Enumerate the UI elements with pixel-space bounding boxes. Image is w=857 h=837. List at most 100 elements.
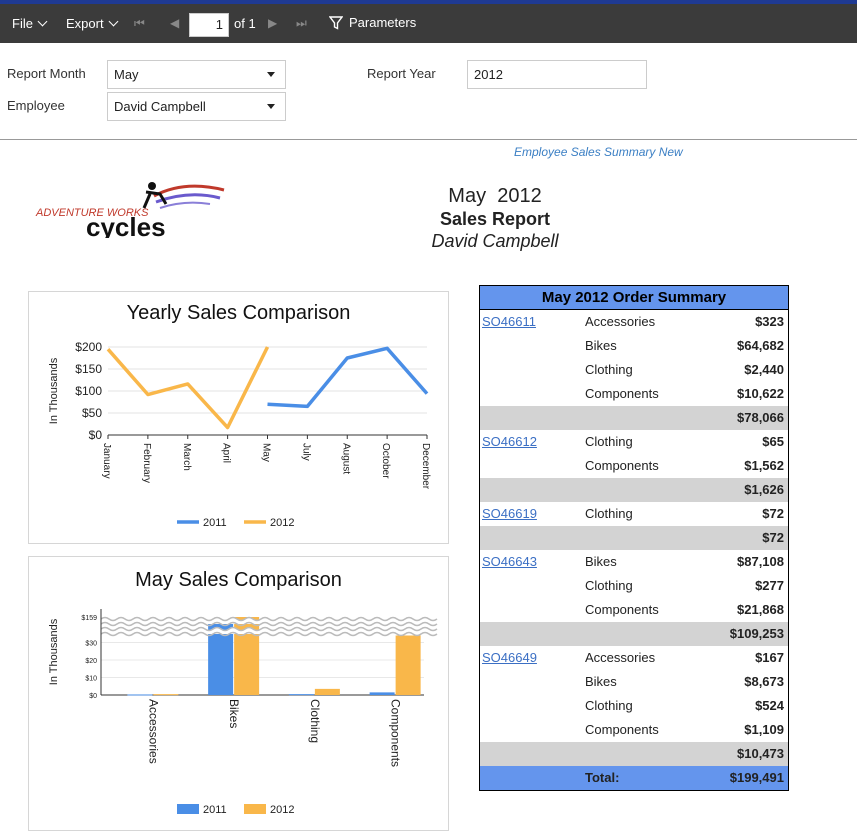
employee-value: David Campbell <box>114 99 206 114</box>
y-tick-label: $0 <box>89 693 97 700</box>
order-line-row: SO46611 Accessories $323 <box>480 310 788 334</box>
legend-label: 2012 <box>270 517 294 529</box>
y-tick-label: $100 <box>75 384 102 398</box>
order-subtotal-row: $10,473 <box>480 742 788 766</box>
dropdown-caret-icon <box>267 104 275 109</box>
order-line-amount: $8,673 <box>744 674 784 689</box>
order-number-link[interactable]: SO46649 <box>482 646 537 670</box>
order-line-amount: $524 <box>755 698 784 713</box>
order-line-row: Components $21,868 <box>480 598 788 622</box>
order-category: Bikes <box>585 554 617 569</box>
divider <box>0 139 857 140</box>
order-category: Bikes <box>585 674 617 689</box>
x-tick-label: December <box>420 443 431 490</box>
order-category: Clothing <box>585 578 633 593</box>
parameters-button[interactable]: Parameters <box>329 15 416 30</box>
x-tick-label: Bikes <box>227 699 241 728</box>
order-category: Bikes <box>585 338 617 353</box>
order-line-amount: $277 <box>755 578 784 593</box>
x-tick-label: February <box>141 443 152 483</box>
legend-label: 2011 <box>203 804 227 816</box>
legend-label: 2012 <box>270 804 294 816</box>
order-category: Components <box>585 602 659 617</box>
y-axis-label: In Thousands <box>48 618 60 685</box>
employee-label: Employee <box>7 98 65 113</box>
line-chart-svg: $0 $50 $100 $150 $200 January February March Apr… <box>48 340 431 529</box>
order-line-row: Components $1,109 <box>480 718 788 742</box>
x-tick-label: May <box>261 443 272 462</box>
order-category: Components <box>585 386 659 401</box>
order-line-row: Clothing $277 <box>480 574 788 598</box>
next-page-icon[interactable]: ▶ <box>268 16 277 30</box>
report-year-label: Report Year <box>367 66 436 81</box>
order-total-row: Total: $199,491 <box>480 766 788 790</box>
previous-page-icon[interactable]: ◀ <box>170 16 179 30</box>
y-tick-label: $150 <box>75 362 102 376</box>
first-page-icon[interactable]: ⏮ <box>134 16 145 31</box>
order-line-amount: $87,108 <box>737 554 784 569</box>
order-summary-table: May 2012 Order Summary SO46611 Accessorie… <box>479 285 789 791</box>
order-line-row: SO46643 Bikes $87,108 <box>480 550 788 574</box>
y-tick-label: $50 <box>82 406 102 420</box>
page-count: of 1 <box>234 16 256 31</box>
order-line-amount: $1,109 <box>744 722 784 737</box>
legend-swatch <box>177 804 199 814</box>
bar-2011-Accessories <box>127 694 153 696</box>
order-line-amount: $65 <box>762 434 784 449</box>
bar-2012-Clothing <box>314 688 340 695</box>
order-subtotal-amount: $109,253 <box>729 626 784 641</box>
order-line-row: Bikes $8,673 <box>480 670 788 694</box>
last-page-icon[interactable]: ⏭ <box>296 16 307 31</box>
order-subtotal-amount: $72 <box>762 530 784 545</box>
filter-icon <box>329 15 343 30</box>
report-month-label: Report Month <box>7 66 86 81</box>
total-amount: $199,491 <box>729 770 784 785</box>
order-category: Accessories <box>585 650 656 665</box>
order-number-link[interactable]: SO46643 <box>482 550 537 574</box>
total-label: Total: <box>585 770 620 785</box>
y-tick-label: $159 <box>81 615 97 622</box>
x-tick-label: Clothing <box>308 699 322 743</box>
bicycle-logo-icon: ADVENTURE WORKS cycles <box>35 182 225 242</box>
page-number-input[interactable]: 1 <box>189 13 229 37</box>
order-subtotal-row: $78,066 <box>480 406 788 430</box>
x-tick-label: March <box>181 443 192 471</box>
legend-label: 2011 <box>203 517 227 529</box>
bar-2011-Components <box>369 692 395 695</box>
x-tick-label: April <box>221 443 232 463</box>
order-line-amount: $64,682 <box>737 338 784 353</box>
order-subtotal-row: $1,626 <box>480 478 788 502</box>
report-employee: David Campbell <box>431 231 559 251</box>
bar-chart-svg: $0 $10 $20 $30 $159 In Thousands Accessories Bi… <box>48 609 438 816</box>
order-number-link[interactable]: SO46611 <box>482 310 536 334</box>
report-year-input[interactable]: 2012 <box>467 60 647 89</box>
file-menu-button[interactable]: File <box>12 16 48 31</box>
order-line-row: SO46619 Clothing $72 <box>480 502 788 526</box>
order-line-amount: $167 <box>755 650 784 665</box>
order-category: Clothing <box>585 434 633 449</box>
logo-text-bottom: cycles <box>86 212 166 238</box>
report-month-select[interactable]: May <box>107 60 286 89</box>
chevron-down-icon <box>37 16 48 27</box>
x-tick-label: October <box>380 443 391 479</box>
order-number-link[interactable]: SO46612 <box>482 430 537 454</box>
yearly-sales-chart: Yearly Sales Comparison $0 $50 $100 $150 $20… <box>28 291 449 544</box>
order-subtotal-amount: $1,626 <box>744 482 784 497</box>
order-subtotal-amount: $78,066 <box>737 410 784 425</box>
file-menu-label: File <box>12 16 33 31</box>
order-line-amount: $21,868 <box>737 602 784 617</box>
export-menu-button[interactable]: Export <box>66 16 119 31</box>
bar-2012-Components <box>395 635 421 695</box>
may-sales-chart: May Sales Comparison $0 $10 $20 $30 $159 In T… <box>28 556 449 831</box>
export-menu-label: Export <box>66 16 104 31</box>
order-line-amount: $2,440 <box>744 362 784 377</box>
order-line-row: Components $1,562 <box>480 454 788 478</box>
employee-select[interactable]: David Campbell <box>107 92 286 121</box>
order-number-link[interactable]: SO46619 <box>482 502 537 526</box>
bar-2012-Accessories <box>153 694 179 696</box>
series-line-2012 <box>106 346 270 430</box>
x-tick-label: August <box>340 443 351 474</box>
report-name-link[interactable]: Employee Sales Summary New <box>514 145 683 159</box>
order-category: Clothing <box>585 698 633 713</box>
y-tick-label: $10 <box>85 676 97 683</box>
